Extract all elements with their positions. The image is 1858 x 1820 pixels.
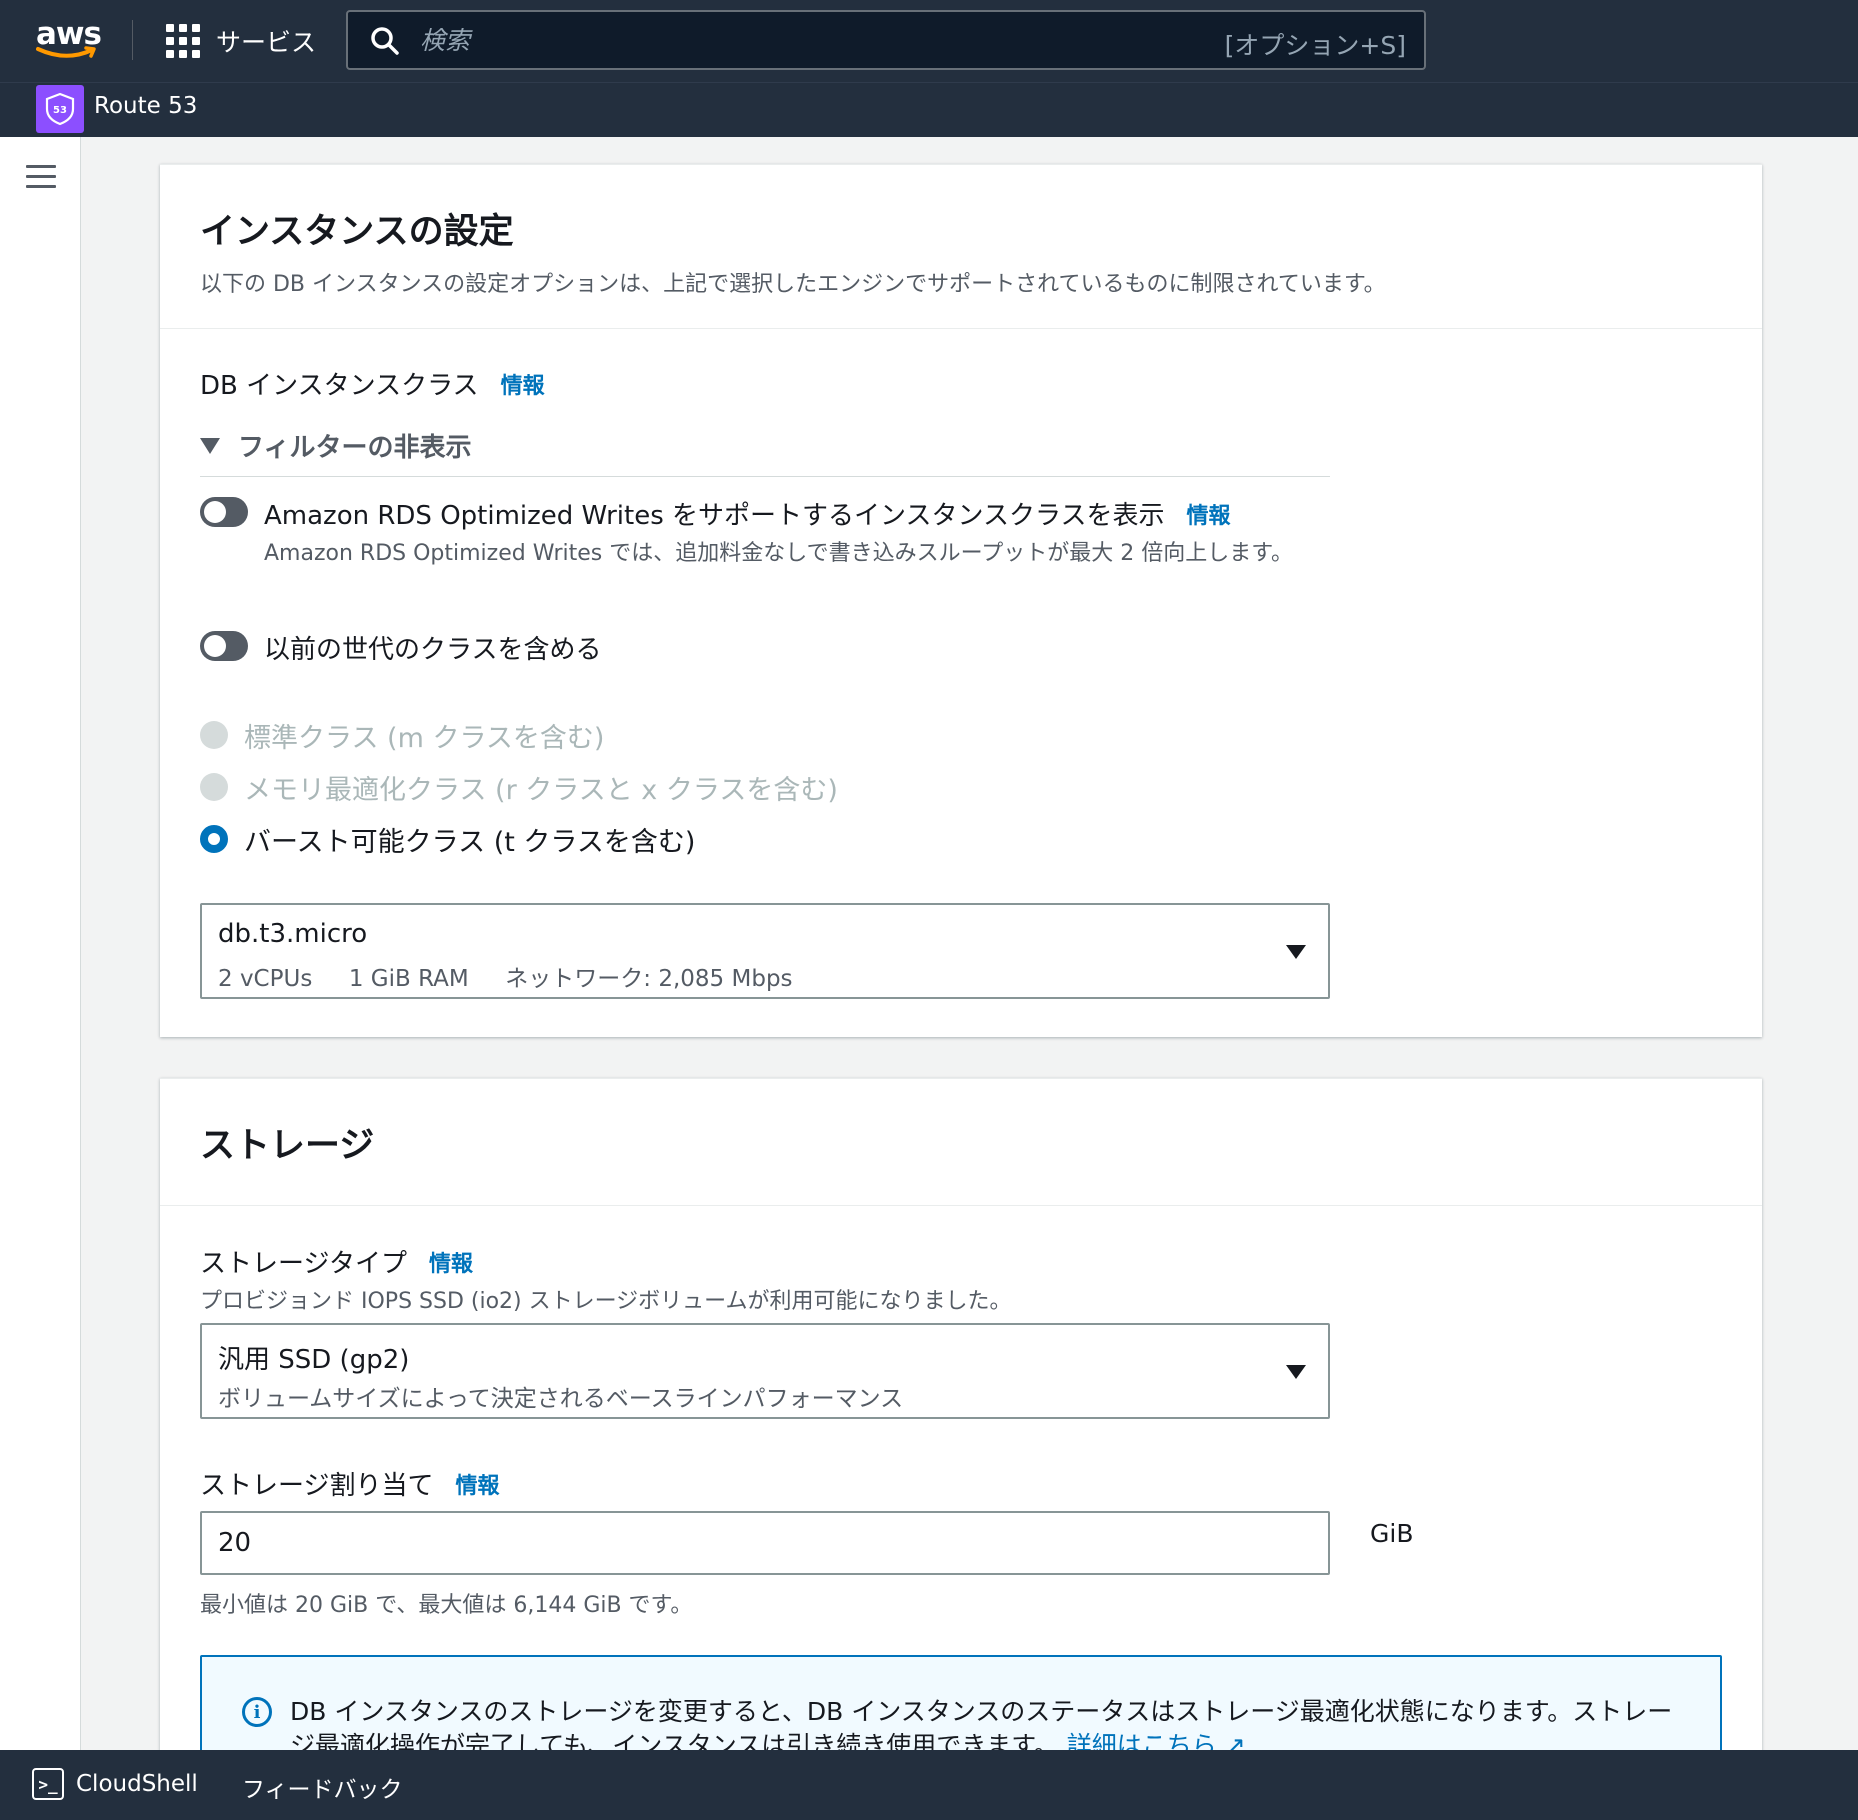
radio-label: 標準クラス (m クラスを含む): [244, 722, 605, 754]
footer-bar: >_ CloudShell フィードバック: [0, 1750, 1858, 1820]
service-bar: 53 Route 53: [0, 82, 1858, 137]
caret-down-icon: [1286, 945, 1306, 959]
route53-shield-icon: 53: [45, 92, 75, 126]
cloudshell-label: CloudShell: [76, 1771, 198, 1797]
radio-label: メモリ最適化クラス (r クラスと x クラスを含む): [244, 774, 838, 806]
instance-class-select[interactable]: db.t3.micro 2 vCPUs 1 GiB RAM ネットワーク: 2,…: [200, 903, 1330, 999]
previous-generation-toggle[interactable]: [200, 631, 248, 661]
db-instance-class-field: DB インスタンスクラス 情報: [200, 365, 545, 402]
storage-allocation-field: ストレージ割り当て 情報: [200, 1465, 500, 1502]
radio-button[interactable]: [200, 721, 228, 749]
panel-title: ストレージ: [200, 1126, 375, 1166]
optimized-writes-label: Amazon RDS Optimized Writes をサポートするインスタン…: [264, 501, 1165, 531]
instance-settings-panel: インスタンスの設定 以下の DB インスタンスの設定オプションは、上記で選択した…: [160, 164, 1762, 1037]
storage-type-hint: プロビジョンド IOPS SSD (io2) ストレージボリュームが利用可能にな…: [200, 1289, 1012, 1314]
storage-allocation-input[interactable]: [200, 1511, 1330, 1575]
info-circle-icon: i: [242, 1697, 272, 1727]
search-bar[interactable]: [オプション+S]: [346, 10, 1426, 70]
search-icon: [371, 27, 399, 55]
optimized-writes-info-link[interactable]: 情報: [1186, 498, 1230, 530]
service-name[interactable]: Route 53: [94, 93, 197, 119]
filter-toggle-label: フィルターの非表示: [238, 433, 472, 463]
storage-type-field: ストレージタイプ 情報: [200, 1243, 473, 1280]
top-navigation: aws サービス [オプション+S] 53: [0, 0, 1858, 137]
optimized-writes-description: Amazon RDS Optimized Writes では、追加料金なしで書き…: [264, 541, 1294, 566]
panel-title: インスタンスの設定: [200, 212, 514, 252]
info-link[interactable]: 情報: [501, 368, 545, 400]
db-instance-class-label: DB インスタンスクラス: [200, 371, 479, 401]
route53-icon[interactable]: 53: [36, 85, 84, 133]
search-shortcut-hint: [オプション+S]: [1224, 31, 1406, 60]
select-value-description: ボリュームサイズによって決定されるベースラインパフォーマンス: [218, 1386, 904, 1412]
radio-standard-classes[interactable]: 標準クラス (m クラスを含む): [200, 717, 605, 754]
hamburger-menu-icon[interactable]: [26, 165, 56, 189]
radio-memory-optimized-classes[interactable]: メモリ最適化クラス (r クラスと x クラスを含む): [200, 769, 838, 806]
radio-button[interactable]: [200, 773, 228, 801]
nav-divider: [132, 20, 133, 60]
radio-burstable-classes[interactable]: バースト可能クラス (t クラスを含む): [200, 821, 696, 858]
caret-down-icon: [1286, 1365, 1306, 1379]
select-value: 汎用 SSD (gp2): [218, 1345, 410, 1375]
services-label: サービス: [216, 28, 317, 57]
side-rail: [0, 137, 81, 1750]
terminal-icon: >_: [32, 1768, 64, 1800]
search-input[interactable]: [420, 20, 1120, 60]
radio-label: バースト可能クラス (t クラスを含む): [244, 826, 696, 858]
feedback-link[interactable]: フィードバック: [242, 1770, 403, 1804]
storage-allocation-label: ストレージ割り当て: [200, 1471, 434, 1501]
storage-type-select[interactable]: 汎用 SSD (gp2) ボリュームサイズによって決定されるベースラインパフォー…: [200, 1323, 1330, 1419]
storage-type-label: ストレージタイプ: [200, 1249, 407, 1279]
services-menu-button[interactable]: サービス: [166, 20, 316, 62]
storage-unit-label: GiB: [1370, 1519, 1414, 1548]
select-value-specs: 2 vCPUs 1 GiB RAM ネットワーク: 2,085 Mbps: [218, 966, 793, 992]
radio-button-selected[interactable]: [200, 825, 228, 853]
filter-toggle[interactable]: フィルターの非表示: [200, 427, 471, 464]
panel-description: 以下の DB インスタンスの設定オプションは、上記で選択したエンジンでサポートさ…: [200, 272, 1386, 297]
storage-type-info-link[interactable]: 情報: [429, 1246, 473, 1278]
route53-badge-text: 53: [53, 105, 67, 116]
storage-allocation-info-link[interactable]: 情報: [455, 1468, 499, 1500]
optimized-writes-toggle[interactable]: [200, 497, 248, 527]
previous-generation-label: 以前の世代のクラスを含める: [264, 635, 602, 665]
aws-smile-icon: [36, 46, 96, 58]
storage-header: ストレージ: [160, 1079, 1762, 1206]
storage-allocation-hint: 最小値は 20 GiB で、最大値は 6,144 GiB です。: [200, 1593, 693, 1618]
grid-icon: [166, 24, 200, 58]
select-value: db.t3.micro: [218, 919, 368, 949]
instance-settings-header: インスタンスの設定 以下の DB インスタンスの設定オプションは、上記で選択した…: [160, 165, 1762, 329]
storage-panel: ストレージ ストレージタイプ 情報 プロビジョンド IOPS SSD (io2)…: [160, 1078, 1762, 1778]
cloudshell-button[interactable]: >_ CloudShell: [32, 1768, 198, 1800]
triangle-down-icon: [200, 437, 220, 454]
filter-divider: [200, 476, 1330, 477]
top-nav-row: aws サービス [オプション+S]: [0, 0, 1858, 82]
aws-logo[interactable]: aws: [36, 16, 102, 64]
optimized-writes-field: Amazon RDS Optimized Writes をサポートするインスタン…: [264, 495, 1344, 570]
